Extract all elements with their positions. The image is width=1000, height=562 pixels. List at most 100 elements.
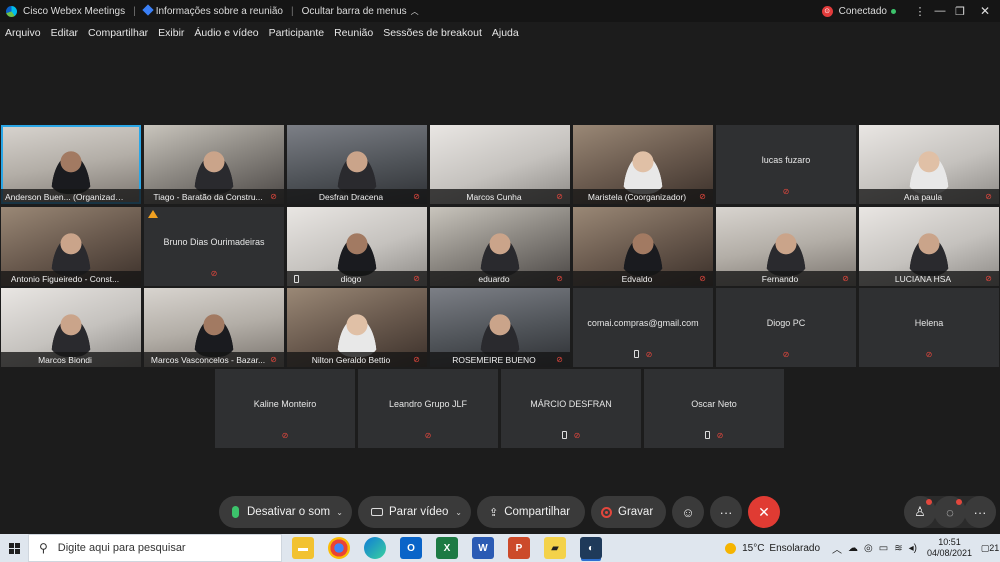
start-button[interactable] [0, 534, 28, 562]
edge-icon[interactable] [364, 537, 386, 559]
notification-icon: ▢ [980, 542, 990, 553]
participant-tile[interactable]: Bruno Dias Ourimadeiras ⊘ [144, 207, 284, 286]
participant-tile[interactable]: Fernando ⊘ [716, 207, 856, 286]
participant-name: Diogo PC [766, 318, 806, 328]
mic-muted-icon: ⊘ [281, 431, 289, 440]
share-button[interactable]: ⇪ Compartilhar [477, 496, 585, 528]
windows-taskbar: ⚲ Digite aqui para pesquisar ▬ O X W P ▰… [0, 534, 1000, 562]
menu-participante[interactable]: Participante [269, 27, 324, 39]
menu-exibir[interactable]: Exibir [158, 27, 184, 39]
participant-name-caption: eduardo [430, 271, 570, 286]
menu-breakout[interactable]: Sessões de breakout [383, 27, 482, 39]
participants-panel-button[interactable]: ♙ [904, 496, 936, 528]
minimize-button[interactable]: — [930, 5, 950, 17]
phone-icon [634, 350, 639, 358]
participant-tile[interactable]: Desfran Dracena ⊘ [287, 125, 427, 204]
webex-window: Cisco Webex Meetings | Informações sobre… [0, 0, 1000, 562]
participant-tile[interactable]: Helena ⊘ [859, 288, 999, 367]
webex-taskbar-icon[interactable]: ◐ [580, 537, 602, 559]
stop-video-button[interactable]: Parar vídeo ⌄ [358, 496, 471, 528]
close-button[interactable]: ✕ [970, 4, 1000, 18]
file-explorer-icon[interactable]: ▬ [292, 537, 314, 559]
chevron-down-icon[interactable]: ⌄ [336, 508, 343, 517]
participant-video [906, 230, 952, 276]
participant-tile[interactable]: Antonio Figueiredo - Const... [1, 207, 141, 286]
restore-button[interactable]: ❐ [950, 5, 970, 18]
participant-tile[interactable]: Tiago - Baratão da Constru... ⊘ [144, 125, 284, 204]
more-button[interactable]: ··· [710, 496, 742, 528]
sticky-notes-icon[interactable]: ▰ [544, 537, 566, 559]
wifi-icon[interactable]: ≋ [894, 543, 902, 554]
menu-ajuda[interactable]: Ajuda [492, 27, 519, 39]
menu-audio-video[interactable]: Áudio e vídeo [194, 27, 258, 39]
clock-date: 04/08/2021 [926, 548, 972, 558]
participant-name: Desfran Dracena [318, 191, 384, 202]
hide-menu-button[interactable]: Ocultar barra de menus ︿ [302, 6, 419, 17]
mute-button[interactable]: Desativar o som ⌄ [219, 496, 352, 528]
chat-panel-button[interactable]: ◌ [934, 496, 966, 528]
chevron-up-icon[interactable]: ︿ [832, 541, 842, 556]
participant-tile[interactable]: lucas fuzaro ⊘ [716, 125, 856, 204]
participant-tile[interactable]: ROSEMEIRE BUENO ⊘ [430, 288, 570, 367]
participant-tile[interactable]: Leandro Grupo JLF ⊘ [358, 369, 498, 448]
temperature[interactable]: 15°C [742, 543, 764, 554]
weather-text[interactable]: Ensolarado [769, 543, 820, 554]
more-panels-button[interactable]: ··· [964, 496, 996, 528]
participant-name: Marcos Vasconcelos - Bazar... [150, 354, 266, 365]
menu-compartilhar[interactable]: Compartilhar [88, 27, 148, 39]
leave-meeting-button[interactable]: ✕ [748, 496, 780, 528]
onedrive-icon[interactable]: ☁ [848, 543, 858, 554]
title-bar: Cisco Webex Meetings | Informações sobre… [0, 0, 1000, 22]
menu-reuniao[interactable]: Reunião [334, 27, 373, 39]
notification-center[interactable]: ▢21 [980, 543, 1000, 554]
participant-tile[interactable]: Marcos Cunha ⊘ [430, 125, 570, 204]
participant-tile[interactable]: Maristela (Coorganizador) ⊘ [573, 125, 713, 204]
mic-muted-icon: ⊘ [573, 431, 581, 440]
participant-tile[interactable]: Diogo PC ⊘ [716, 288, 856, 367]
webcam-icon[interactable]: ◎ [864, 543, 873, 554]
mic-muted-icon: ⊘ [699, 274, 706, 283]
mic-muted-icon: ⊘ [645, 350, 653, 359]
participant-tile[interactable]: Anderson Buen... (Organizador...) [1, 125, 141, 204]
taskbar-search[interactable]: ⚲ Digite aqui para pesquisar [28, 534, 282, 562]
participant-tile[interactable]: eduardo ⊘ [430, 207, 570, 286]
meeting-info-button[interactable]: Informações sobre a reunião [142, 3, 283, 17]
powerpoint-icon[interactable]: P [508, 537, 530, 559]
participant-tile[interactable]: Nilton Geraldo Bettio ⊘ [287, 288, 427, 367]
participant-video [48, 311, 94, 357]
volume-icon[interactable]: ◂) [909, 543, 917, 554]
participant-tile[interactable]: comai.compras@gmail.com ⊘ [573, 288, 713, 367]
mic-muted-icon: ⊘ [413, 355, 420, 364]
phone-icon [705, 431, 710, 439]
participant-tile[interactable]: Marcos Biondi [1, 288, 141, 367]
battery-icon[interactable]: ▭ [879, 543, 888, 554]
reactions-button[interactable]: ☺ [672, 496, 704, 528]
connection-status-icon: ⊙ [821, 5, 833, 17]
record-button[interactable]: Gravar [591, 496, 666, 528]
participant-tile[interactable]: Oscar Neto ⊘ [644, 369, 784, 448]
more-options-icon[interactable]: ⋮ [910, 5, 930, 18]
participant-tile[interactable]: LUCIANA HSA ⊘ [859, 207, 999, 286]
participant-name: LUCIANA HSA [894, 273, 952, 284]
sun-icon [725, 542, 737, 554]
participant-name: MÁRCIO DESFRAN [530, 399, 612, 409]
excel-icon[interactable]: X [436, 537, 458, 559]
word-icon[interactable]: W [472, 537, 494, 559]
chrome-icon[interactable] [328, 537, 350, 559]
participant-tile[interactable]: MÁRCIO DESFRAN ⊘ [501, 369, 641, 448]
taskbar-clock[interactable]: 10:51 04/08/2021 [927, 537, 972, 559]
participant-name-caption: Maristela (Coorganizador) [573, 189, 713, 204]
participant-tile[interactable]: diogo ⊘ [287, 207, 427, 286]
participant-tile[interactable]: Ana paula ⊘ [859, 125, 999, 204]
notification-dot [926, 499, 932, 505]
menu-arquivo[interactable]: Arquivo [5, 27, 41, 39]
outlook-icon[interactable]: O [400, 537, 422, 559]
chevron-down-icon[interactable]: ⌄ [455, 508, 462, 517]
participant-tile[interactable]: Marcos Vasconcelos - Bazar... ⊘ [144, 288, 284, 367]
participant-name-caption: Marcos Biondi [1, 352, 141, 367]
participant-tile[interactable]: Edvaldo ⊘ [573, 207, 713, 286]
menu-editar[interactable]: Editar [51, 27, 78, 39]
participant-name-caption: Edvaldo [573, 271, 713, 286]
participant-tile[interactable]: Kaline Monteiro ⊘ [215, 369, 355, 448]
participant-name-caption: LUCIANA HSA [859, 271, 999, 286]
